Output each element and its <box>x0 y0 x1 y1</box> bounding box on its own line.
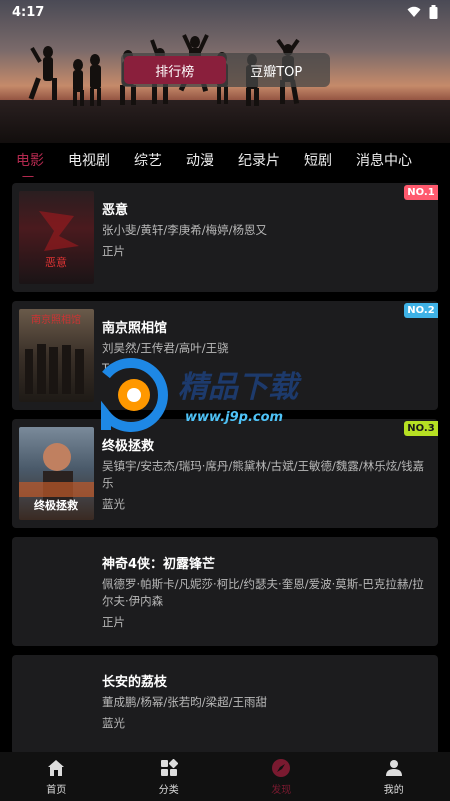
list-item[interactable]: 神奇4侠：初露锋芒 佩德罗·帕斯卡/凡妮莎·柯比/约瑟夫·奎恩/爱波·莫斯-巴克… <box>12 537 438 646</box>
nav-label: 首页 <box>46 785 67 796</box>
item-title: 长安的荔枝 <box>102 675 168 690</box>
header-banner: 4:17 排行榜 豆瓣TOP <box>0 0 450 143</box>
tab-movie[interactable]: 电影 <box>0 150 56 170</box>
home-icon <box>45 757 67 779</box>
nav-label: 发现 <box>271 785 292 796</box>
item-title: 终极拯救 <box>102 439 155 454</box>
item-cast: 董成鹏/杨幂/张若昀/梁超/王雨甜 <box>102 695 267 709</box>
tab-documentary[interactable]: 纪录片 <box>226 150 292 170</box>
bottom-nav: 首页 分类 发现 我的 <box>0 752 450 801</box>
list-item[interactable]: 终极拯救 终极拯救 吴镇宇/安志杰/瑞玛·席丹/熊黛林/古斌/王敏德/魏露/林乐… <box>12 419 438 528</box>
tab-anime[interactable]: 动漫 <box>174 150 226 170</box>
list-item[interactable]: 恶意 恶意 张小斐/黄轩/李庚希/梅婷/杨恩又 正片 NO.1 <box>12 183 438 292</box>
nav-label: 分类 <box>158 785 179 796</box>
tab-messages[interactable]: 消息中心 <box>344 150 424 170</box>
tab-variety[interactable]: 综艺 <box>122 150 174 170</box>
poster-placeholder <box>19 663 94 756</box>
poster-title: 南京照相馆 <box>31 313 81 326</box>
item-cast: 刘昊然/王传君/高叶/王骁 <box>102 341 229 355</box>
poster-title: 恶意 <box>45 255 67 269</box>
nav-discover[interactable]: 发现 <box>241 757 321 796</box>
toggle-douban-top[interactable]: 豆瓣TOP <box>226 56 328 84</box>
item-type: 蓝光 <box>102 497 125 511</box>
compass-icon <box>270 757 292 779</box>
status-time: 4:17 <box>12 4 45 20</box>
status-bar: 4:17 <box>0 0 450 24</box>
item-title: 南京照相馆 <box>102 321 168 336</box>
battery-icon <box>429 5 438 19</box>
nav-category[interactable]: 分类 <box>129 757 209 796</box>
ranking-toggle: 排行榜 豆瓣TOP <box>121 53 330 87</box>
item-type: TC <box>102 361 117 375</box>
rank-badge: NO.1 <box>404 185 438 200</box>
item-title: 恶意 <box>102 203 129 218</box>
poster-image: 恶意 <box>19 191 94 284</box>
category-icon <box>158 757 180 779</box>
category-tabs: 电影 电视剧 综艺 动漫 纪录片 短剧 消息中心 <box>0 143 450 177</box>
nav-mine[interactable]: 我的 <box>354 757 434 796</box>
poster-image: 终极拯救 <box>19 427 94 520</box>
tab-tv-series[interactable]: 电视剧 <box>56 150 122 170</box>
item-type: 正片 <box>102 244 125 258</box>
status-icons <box>407 5 438 19</box>
rank-badge: NO.2 <box>404 303 438 318</box>
poster-placeholder <box>19 545 94 638</box>
list-item[interactable]: 南京照相馆 南京照相馆 刘昊然/王传君/高叶/王骁 TC NO.2 <box>12 301 438 410</box>
user-icon <box>383 757 405 779</box>
item-cast: 张小斐/黄轩/李庚希/梅婷/杨恩又 <box>102 223 267 237</box>
item-title: 神奇4侠：初露锋芒 <box>102 557 216 572</box>
nav-label: 我的 <box>383 785 404 796</box>
ranking-list: 恶意 恶意 张小斐/黄轩/李庚希/梅婷/杨恩又 正片 NO.1 南京照相馆 南京… <box>12 183 438 764</box>
item-cast: 佩德罗·帕斯卡/凡妮莎·柯比/约瑟夫·奎恩/爱波·莫斯-巴克拉赫/拉尔夫·伊内森 <box>102 577 424 608</box>
nav-home[interactable]: 首页 <box>16 757 96 796</box>
rank-badge: NO.3 <box>404 421 438 436</box>
item-cast: 吴镇宇/安志杰/瑞玛·席丹/熊黛林/古斌/王敏德/魏露/林乐炫/钱嘉乐 <box>102 459 425 490</box>
poster-image: 南京照相馆 <box>19 309 94 402</box>
item-type: 正片 <box>102 615 125 629</box>
poster-title: 终极拯救 <box>34 498 78 512</box>
list-item[interactable]: 长安的荔枝 董成鹏/杨幂/张若昀/梁超/王雨甜 蓝光 <box>12 655 438 755</box>
item-type: 蓝光 <box>102 716 125 730</box>
wifi-icon <box>407 6 421 17</box>
tab-short-drama[interactable]: 短剧 <box>292 150 344 170</box>
toggle-ranking[interactable]: 排行榜 <box>124 56 226 84</box>
